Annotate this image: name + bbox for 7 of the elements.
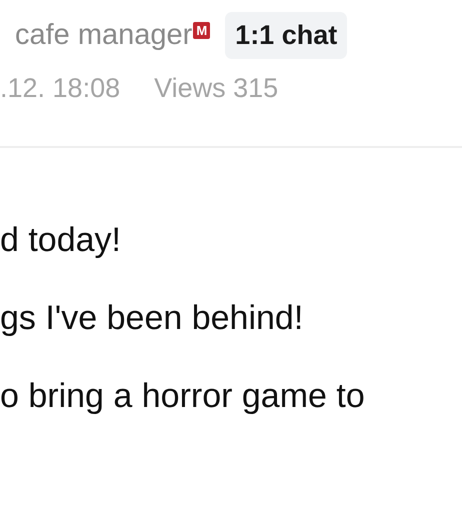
post-date: .12. 18:08 <box>0 73 120 104</box>
view-count: Views 315 <box>154 73 278 104</box>
post-text-line: gs I've been behind! <box>0 298 304 339</box>
manager-badge: M <box>193 22 210 38</box>
post-text-line: d today! <box>0 220 122 261</box>
chat-button[interactable]: 1:1 chat <box>225 12 348 58</box>
post-text-line: o bring a horror game to <box>0 376 366 417</box>
